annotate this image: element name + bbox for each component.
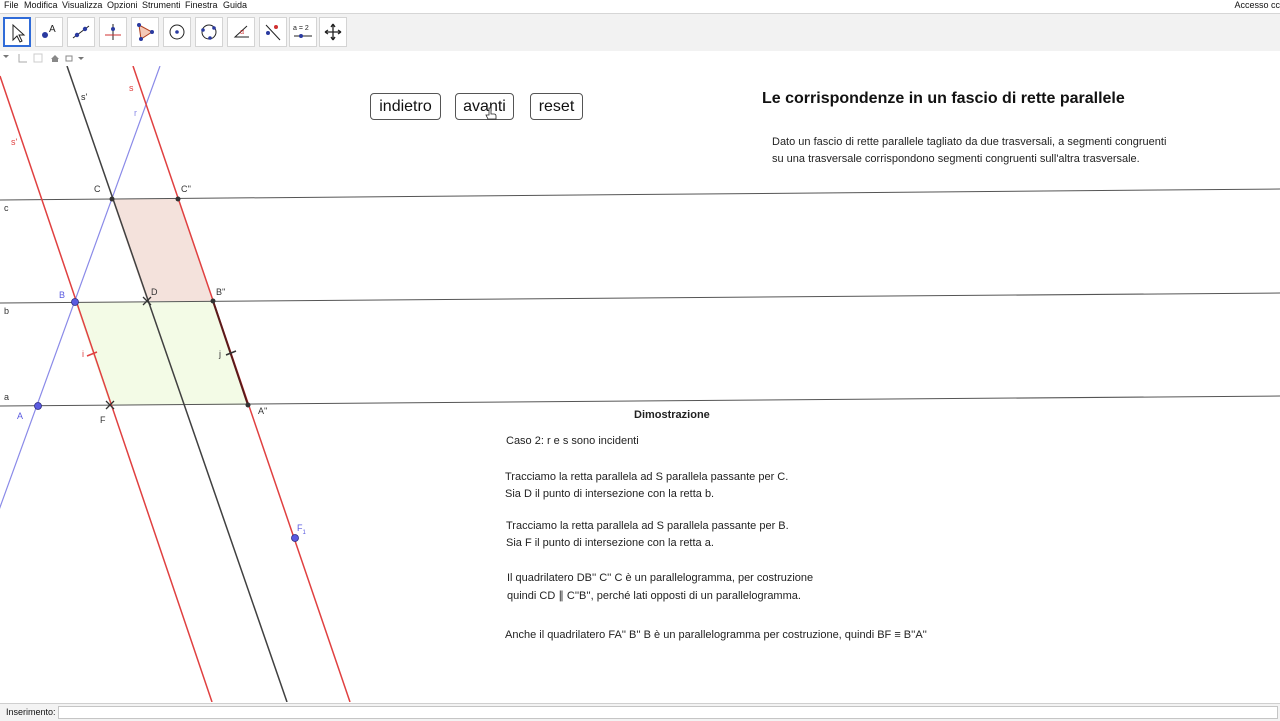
dropdown-icon[interactable] — [78, 57, 84, 60]
graphics-icon[interactable] — [65, 55, 73, 62]
move-view-tool-button[interactable] — [319, 17, 347, 47]
label-point-c: C — [94, 184, 101, 194]
account-link[interactable]: Accesso cc — [1234, 0, 1280, 11]
label-line-b: b — [4, 306, 10, 316]
move-view-tool-icon — [324, 23, 342, 41]
point-a2[interactable] — [245, 402, 251, 408]
label-point-a2: A'' — [258, 406, 268, 416]
label-segment-j: j — [219, 349, 221, 359]
page-title: Le corrispondenze in un fascio di rette … — [762, 90, 1125, 107]
hand-cursor-icon — [485, 107, 497, 120]
label-point-c2: C'' — [181, 184, 191, 194]
svg-text:A: A — [49, 24, 56, 35]
parallelogram-fabb[interactable] — [75, 301, 248, 405]
grid-icon[interactable] — [33, 53, 43, 63]
menu-modifica[interactable]: Modifica — [24, 0, 58, 11]
menu-finestra[interactable]: Finestra — [185, 0, 218, 11]
home-icon[interactable] — [51, 55, 59, 62]
intro-line-1: Dato un fascio di rette parallele taglia… — [772, 136, 1167, 148]
conic-tool-icon — [201, 24, 217, 40]
graphics-view[interactable]: s' s r s' c b a C C'' B D B'' i j A F A'… — [0, 66, 1280, 702]
label-s-prime: s' — [11, 137, 18, 147]
line-r[interactable] — [0, 66, 161, 521]
proof-p4: Anche il quadrilatero FA'' B'' B è un pa… — [505, 629, 927, 641]
menu-bar: File Modifica Visualizza Opzioni Strumen… — [0, 0, 1280, 12]
polygon-tool-button[interactable] — [131, 17, 159, 47]
angle-tool-button[interactable]: α — [227, 17, 255, 47]
point-tool-button[interactable]: A — [35, 17, 63, 47]
line-tool-button[interactable] — [67, 17, 95, 47]
circle-tool-icon — [169, 24, 185, 40]
point-b2[interactable] — [210, 298, 216, 304]
label-s: s — [129, 83, 134, 93]
polygon-tool-icon — [137, 23, 154, 41]
label-point-f1: F1 — [297, 523, 306, 536]
move-tool-icon — [12, 23, 26, 43]
proof-p2b: Sia F il punto di intersezione con la re… — [506, 537, 714, 549]
proof-p3b: quindi CD ∥ C''B'', perché lati opposti … — [507, 590, 801, 602]
point-c2[interactable] — [175, 196, 181, 202]
proof-p3a: Il quadrilatero DB'' C'' C è un parallel… — [507, 572, 814, 584]
label-point-b2: B'' — [216, 287, 226, 297]
reflect-tool-button[interactable] — [259, 17, 287, 47]
slider-tool-button[interactable]: a = 2 — [289, 17, 317, 47]
angle-tool-icon: α — [233, 25, 249, 38]
back-button[interactable]: indietro — [370, 93, 441, 120]
label-r: r — [134, 108, 137, 118]
perpendicular-tool-icon — [105, 24, 121, 40]
circle-tool-button[interactable] — [163, 17, 191, 47]
input-bar: Inserimento: — [0, 703, 1280, 721]
menu-strumenti[interactable]: Strumenti — [142, 0, 181, 11]
label-line-a: a — [4, 392, 10, 402]
intro-line-2: su una trasversale corrispondono segment… — [772, 153, 1140, 165]
label-point-b: B — [59, 290, 66, 300]
line-tool-icon — [72, 25, 90, 39]
move-tool-button[interactable] — [3, 17, 31, 47]
conic-tool-button[interactable] — [195, 17, 223, 47]
label-segment-i: i — [82, 349, 84, 359]
menu-file[interactable]: File — [4, 0, 19, 11]
proof-p2a: Tracciamo la retta parallela ad S parall… — [506, 520, 789, 532]
toolbar: A α a = 2 — [0, 13, 1280, 52]
svg-text:α: α — [240, 29, 244, 36]
point-b[interactable] — [71, 298, 79, 306]
input-bar-label: Inserimento: — [6, 707, 56, 717]
menu-visualizza[interactable]: Visualizza — [62, 0, 102, 11]
proof-heading: Dimostrazione — [634, 409, 710, 421]
line-s-prime-dark[interactable] — [66, 66, 288, 702]
axes-icon[interactable] — [18, 54, 27, 63]
reset-button[interactable]: reset — [530, 93, 583, 120]
point-a[interactable] — [34, 402, 42, 410]
proof-p1b: Sia D il punto di intersezione con la re… — [505, 488, 715, 500]
proof-case: Caso 2: r e s sono incidenti — [506, 435, 639, 447]
label-point-f: F — [100, 415, 106, 425]
label-point-a: A — [17, 411, 24, 421]
slider-tool-icon: a = 2 — [293, 25, 312, 38]
label-point-d: D — [151, 287, 158, 297]
label-s-prime-dark: s' — [81, 92, 88, 102]
proof-p1a: Tracciamo la retta parallela ad S parall… — [505, 471, 789, 483]
perpendicular-tool-button[interactable] — [99, 17, 127, 47]
reflect-tool-icon — [265, 24, 281, 41]
slider-tool-label: a = 2 — [293, 25, 309, 32]
style-bar-icons — [3, 53, 84, 63]
style-bar — [0, 51, 1280, 66]
input-bar-field[interactable] — [58, 706, 1278, 719]
label-line-c: c — [4, 203, 9, 213]
menu-guida[interactable]: Guida — [223, 0, 247, 11]
parallelogram-dbcc[interactable] — [112, 199, 213, 301]
collapse-icon[interactable] — [3, 55, 9, 58]
point-c[interactable] — [109, 196, 115, 202]
point-tool-icon: A — [42, 24, 56, 38]
menu-opzioni[interactable]: Opzioni — [107, 0, 138, 11]
line-c[interactable] — [0, 188, 1280, 201]
